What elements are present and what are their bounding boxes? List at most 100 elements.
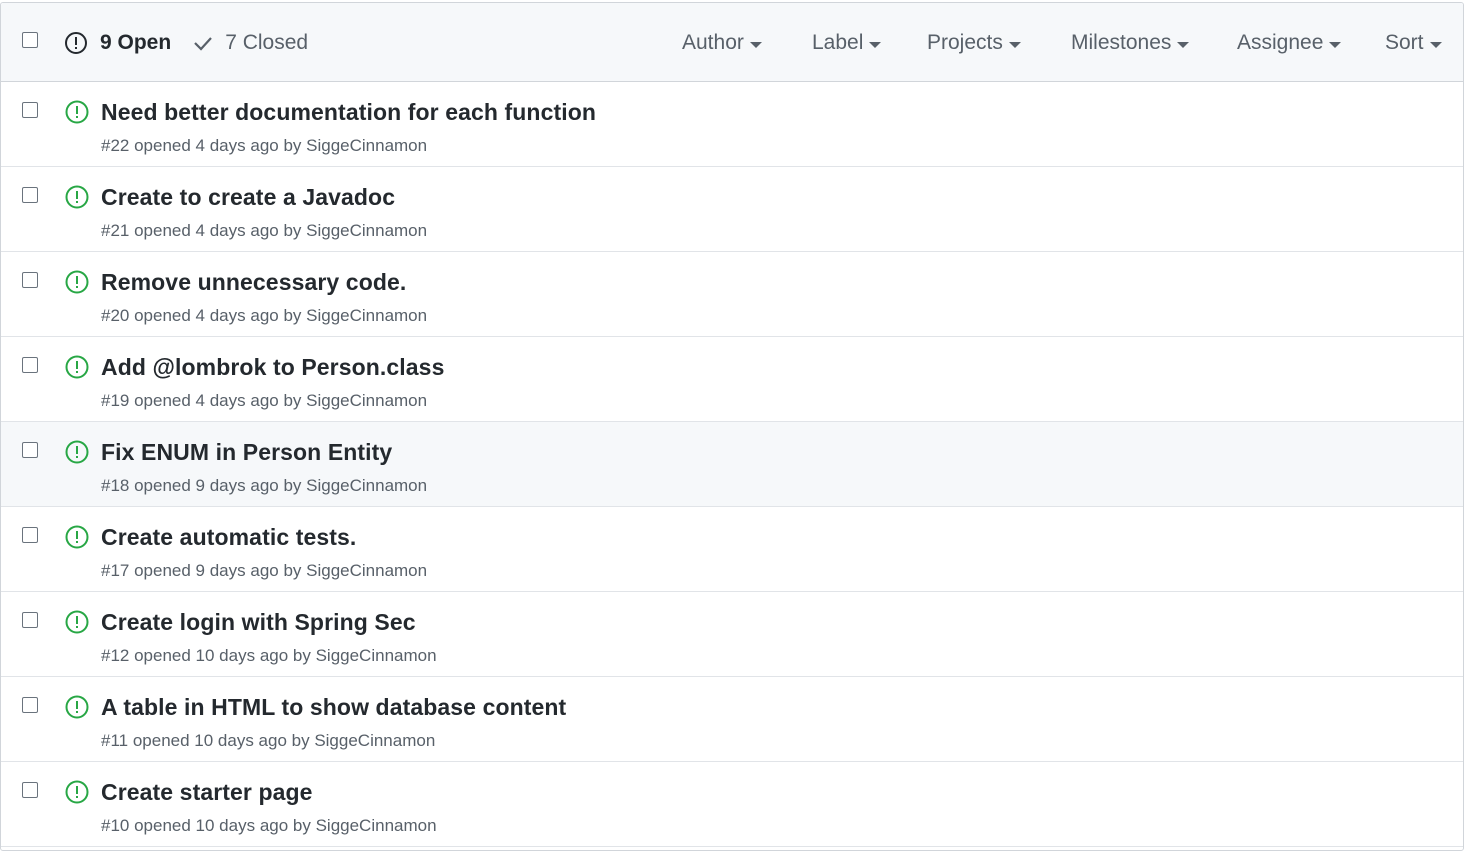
issue-row[interactable]: A table in HTML to show database content… <box>1 677 1463 762</box>
issue-meta: #22 opened 4 days ago by SiggeCinnamon <box>101 136 427 156</box>
issues-box: 9 Open 7 Closed Author Label Projects Mi… <box>0 2 1464 851</box>
issue-row[interactable]: Fix ENUM in Person Entity #18 opened 9 d… <box>1 422 1463 507</box>
issue-author-link[interactable]: SiggeCinnamon <box>316 816 437 835</box>
issue-row[interactable]: Create starter page #10 opened 10 days a… <box>1 762 1463 847</box>
issue-state-toggle: 9 Open 7 Closed <box>64 3 308 82</box>
issue-row[interactable]: Create login with Spring Sec #12 opened … <box>1 592 1463 677</box>
sort-filter-label: Sort <box>1385 31 1424 54</box>
issue-meta: #19 opened 4 days ago by SiggeCinnamon <box>101 391 427 411</box>
issue-title-link[interactable]: Create to create a Javadoc <box>101 184 395 211</box>
issue-title-link[interactable]: Add @lombrok to Person.class <box>101 354 444 381</box>
issue-opened-text: opened 9 days ago by <box>129 561 307 580</box>
issue-row[interactable]: Need better documentation for each funct… <box>1 82 1463 167</box>
issue-opened-icon <box>64 779 90 810</box>
issue-opened-text: opened 4 days ago by <box>129 391 307 410</box>
issue-opened-icon <box>64 439 90 470</box>
issue-author-link[interactable]: SiggeCinnamon <box>306 136 427 155</box>
issue-meta: #20 opened 4 days ago by SiggeCinnamon <box>101 306 427 326</box>
check-icon <box>193 33 213 53</box>
issue-number: #12 <box>101 646 130 665</box>
issue-meta: #12 opened 10 days ago by SiggeCinnamon <box>101 646 437 666</box>
label-filter-label: Label <box>812 31 864 54</box>
issue-meta: #10 opened 10 days ago by SiggeCinnamon <box>101 816 437 836</box>
issue-number: #22 <box>101 136 130 155</box>
issue-checkbox[interactable] <box>22 272 38 288</box>
caret-down-icon <box>1008 41 1021 48</box>
sort-filter[interactable]: Sort <box>1385 31 1442 55</box>
author-filter[interactable]: Author <box>682 31 762 55</box>
issue-meta: #21 opened 4 days ago by SiggeCinnamon <box>101 221 427 241</box>
issue-opened-text: opened 9 days ago by <box>129 476 307 495</box>
milestones-filter-label: Milestones <box>1071 31 1172 54</box>
assignee-filter[interactable]: Assignee <box>1237 31 1342 55</box>
issue-opened-icon <box>64 524 90 555</box>
issues-list-header: 9 Open 7 Closed Author Label Projects Mi… <box>1 3 1463 82</box>
issue-number: #17 <box>101 561 130 580</box>
issue-number: #20 <box>101 306 130 325</box>
issue-opened-text: opened 4 days ago by <box>129 136 307 155</box>
issue-opened-icon <box>64 99 90 130</box>
issue-checkbox[interactable] <box>22 697 38 713</box>
caret-down-icon <box>1429 41 1442 48</box>
issue-author-link[interactable]: SiggeCinnamon <box>306 476 427 495</box>
issue-opened-icon <box>64 609 90 640</box>
issue-checkbox[interactable] <box>22 357 38 373</box>
closed-count-label: 7 Closed <box>225 30 309 54</box>
issue-opened-icon <box>64 269 90 300</box>
issue-opened-icon <box>64 184 90 215</box>
issue-opened-text: opened 4 days ago by <box>129 221 307 240</box>
issue-opened-icon <box>64 354 90 385</box>
issue-list: Need better documentation for each funct… <box>1 82 1463 847</box>
author-filter-label: Author <box>682 31 744 54</box>
closed-issues-tab[interactable]: 7 Closed <box>193 31 308 55</box>
issue-row[interactable]: Create to create a Javadoc #21 opened 4 … <box>1 167 1463 252</box>
issue-checkbox[interactable] <box>22 782 38 798</box>
issue-opened-icon <box>64 31 88 55</box>
issue-author-link[interactable]: SiggeCinnamon <box>306 391 427 410</box>
issue-meta: #11 opened 10 days ago by SiggeCinnamon <box>101 731 435 751</box>
issue-checkbox[interactable] <box>22 527 38 543</box>
issue-opened-text: opened 10 days ago by <box>129 816 316 835</box>
caret-down-icon <box>869 41 882 48</box>
issue-title-link[interactable]: Remove unnecessary code. <box>101 269 406 296</box>
issue-number: #10 <box>101 816 130 835</box>
caret-down-icon <box>1177 41 1190 48</box>
issue-opened-icon <box>64 694 90 725</box>
caret-down-icon <box>749 41 762 48</box>
issue-author-link[interactable]: SiggeCinnamon <box>316 646 437 665</box>
issue-row[interactable]: Remove unnecessary code. #20 opened 4 da… <box>1 252 1463 337</box>
projects-filter[interactable]: Projects <box>927 31 1021 55</box>
issue-number: #21 <box>101 221 130 240</box>
label-filter[interactable]: Label <box>812 31 882 55</box>
issue-checkbox[interactable] <box>22 102 38 118</box>
issue-meta: #18 opened 9 days ago by SiggeCinnamon <box>101 476 427 496</box>
issue-checkbox[interactable] <box>22 187 38 203</box>
issue-number: #11 <box>101 731 129 750</box>
assignee-filter-label: Assignee <box>1237 31 1324 54</box>
open-count-label: 9 Open <box>100 30 172 54</box>
issue-opened-text: opened 4 days ago by <box>129 306 307 325</box>
issue-title-link[interactable]: Create login with Spring Sec <box>101 609 416 636</box>
issue-number: #18 <box>101 476 130 495</box>
issue-checkbox[interactable] <box>22 442 38 458</box>
issue-number: #19 <box>101 391 130 410</box>
issue-author-link[interactable]: SiggeCinnamon <box>306 561 427 580</box>
issue-title-link[interactable]: Fix ENUM in Person Entity <box>101 439 392 466</box>
projects-filter-label: Projects <box>927 31 1003 54</box>
issue-checkbox[interactable] <box>22 612 38 628</box>
issue-row[interactable]: Create automatic tests. #17 opened 9 day… <box>1 507 1463 592</box>
issue-title-link[interactable]: Create automatic tests. <box>101 524 356 551</box>
milestones-filter[interactable]: Milestones <box>1071 31 1190 55</box>
issue-title-link[interactable]: Create starter page <box>101 779 313 806</box>
caret-down-icon <box>1329 41 1342 48</box>
select-all-checkbox[interactable] <box>22 32 38 48</box>
open-issues-tab[interactable]: 9 Open <box>64 31 171 55</box>
issue-meta: #17 opened 9 days ago by SiggeCinnamon <box>101 561 427 581</box>
issue-title-link[interactable]: Need better documentation for each funct… <box>101 99 596 126</box>
issue-author-link[interactable]: SiggeCinnamon <box>306 306 427 325</box>
issue-author-link[interactable]: SiggeCinnamon <box>306 221 427 240</box>
issue-author-link[interactable]: SiggeCinnamon <box>314 731 435 750</box>
issue-row[interactable]: Add @lombrok to Person.class #19 opened … <box>1 337 1463 422</box>
issue-opened-text: opened 10 days ago by <box>129 646 316 665</box>
issue-title-link[interactable]: A table in HTML to show database content <box>101 694 566 721</box>
